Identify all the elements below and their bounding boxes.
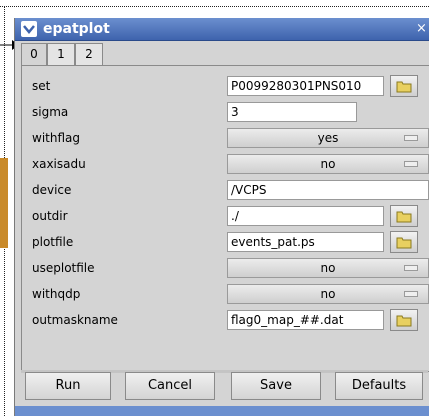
useplotfile-option-menu[interactable]: no <box>227 258 429 278</box>
param-row-withflag: withflag yes <box>22 126 429 150</box>
param-row-xaxisadu: xaxisadu no <box>22 152 429 176</box>
param-label-plotfile: plotfile <box>32 235 74 249</box>
close-icon[interactable]: × <box>416 21 428 37</box>
param-row-device: device /VCPS <box>22 178 429 202</box>
tab-2[interactable]: 2 <box>75 43 103 65</box>
plotfile-input[interactable]: events_pat.ps <box>227 232 384 252</box>
param-label-sigma: sigma <box>32 105 69 119</box>
folder-icon <box>396 81 412 93</box>
window-title: epatplot <box>43 21 110 37</box>
bottom-edge <box>15 406 429 416</box>
outmaskname-browse-button[interactable] <box>390 309 418 331</box>
param-label-outdir: outdir <box>32 209 68 223</box>
withflag-option-menu[interactable]: yes <box>227 128 429 148</box>
param-label-outmaskname: outmaskname <box>32 313 118 327</box>
option-menu-indicator-icon <box>404 291 418 297</box>
option-menu-indicator-icon <box>404 135 418 141</box>
param-row-outdir: outdir ./ <box>22 204 429 228</box>
xaxisadu-value: no <box>320 157 336 171</box>
background-dotted-line <box>0 6 429 7</box>
save-button[interactable]: Save <box>231 372 321 400</box>
option-menu-indicator-icon <box>404 161 418 167</box>
set-browse-button[interactable] <box>390 75 418 97</box>
folder-icon <box>396 211 412 223</box>
param-row-withqdp: withqdp no <box>22 282 429 306</box>
param-row-sigma: sigma 3 <box>22 100 429 124</box>
param-label-set: set <box>32 79 51 93</box>
withqdp-option-menu[interactable]: no <box>227 284 429 304</box>
xaxisadu-option-menu[interactable]: no <box>227 154 429 174</box>
param-label-withqdp: withqdp <box>32 287 81 301</box>
cancel-button[interactable]: Cancel <box>125 372 215 400</box>
title-bar[interactable]: epatplot × <box>15 18 429 41</box>
param-label-withflag: withflag <box>32 131 80 145</box>
param-row-outmaskname: outmaskname flag0_map_##.dat <box>22 308 429 332</box>
run-button[interactable]: Run <box>25 372 111 400</box>
option-menu-indicator-icon <box>404 265 418 271</box>
param-label-useplotfile: useplotfile <box>32 261 95 275</box>
outdir-input[interactable]: ./ <box>227 206 384 226</box>
sigma-input[interactable]: 3 <box>227 102 357 122</box>
param-row-set: set P0099280301PNS010 <box>22 74 429 98</box>
param-label-device: device <box>32 183 72 197</box>
chevron-down-icon[interactable] <box>21 21 37 37</box>
tab-0[interactable]: 0 <box>21 43 47 67</box>
background-orange-strip <box>0 158 8 248</box>
param-row-plotfile: plotfile events_pat.ps <box>22 230 429 254</box>
plotfile-browse-button[interactable] <box>390 231 418 253</box>
set-input[interactable]: P0099280301PNS010 <box>227 76 384 96</box>
device-input[interactable]: /VCPS <box>227 180 429 200</box>
param-row-useplotfile: useplotfile no <box>22 256 429 280</box>
outdir-browse-button[interactable] <box>390 205 418 227</box>
defaults-button[interactable]: Defaults <box>335 372 423 400</box>
withqdp-value: no <box>320 287 336 301</box>
epatplot-window: epatplot × 0 1 2 set P0099280301PNS010 s… <box>14 18 429 416</box>
withflag-value: yes <box>317 131 339 145</box>
parameter-panel: set P0099280301PNS010 sigma 3 withflag y… <box>21 65 429 372</box>
tab-1[interactable]: 1 <box>47 43 75 65</box>
param-label-xaxisadu: xaxisadu <box>32 157 86 171</box>
folder-icon <box>396 237 412 249</box>
outmaskname-input[interactable]: flag0_map_##.dat <box>227 310 384 330</box>
folder-icon <box>396 315 412 327</box>
useplotfile-value: no <box>320 261 336 275</box>
